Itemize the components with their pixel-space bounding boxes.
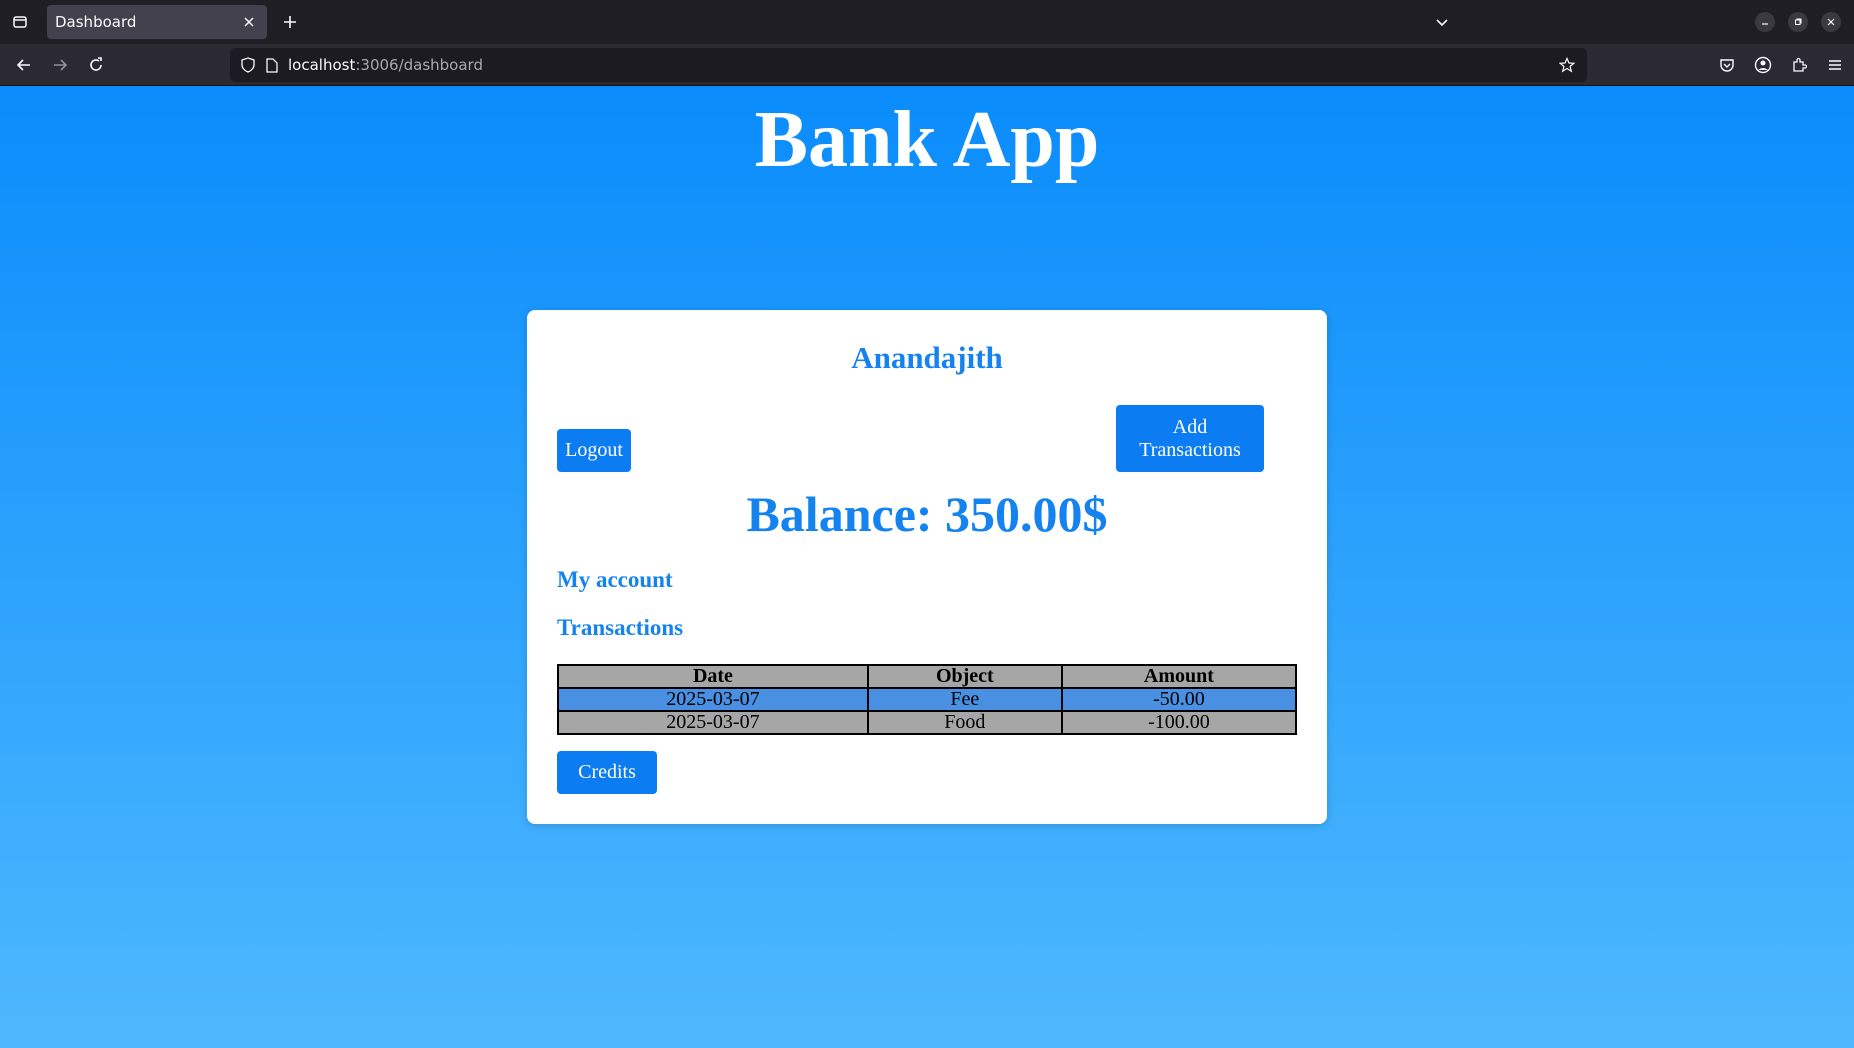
column-header-object: Object	[866, 664, 1063, 689]
chevron-down-icon[interactable]	[1430, 10, 1454, 34]
page-viewport: Bank App Anandajith Logout Add Transacti…	[0, 86, 1854, 1048]
cell-object: Food	[866, 710, 1063, 735]
add-transactions-button[interactable]: Add Transactions	[1116, 405, 1264, 472]
column-header-amount: Amount	[1060, 664, 1298, 689]
close-icon[interactable]	[237, 10, 261, 34]
close-icon[interactable]	[1821, 12, 1841, 32]
tab-list-icon[interactable]	[0, 0, 40, 44]
column-header-date: Date	[557, 664, 869, 689]
browser-navbar: localhost:3006/dashboard	[0, 44, 1854, 86]
my-account-heading: My account	[557, 567, 673, 592]
cell-amount: -50.00	[1060, 687, 1298, 712]
minimize-icon[interactable]	[1755, 12, 1775, 32]
credits-button[interactable]: Credits	[557, 751, 657, 794]
cell-object: Fee	[866, 687, 1063, 712]
plus-icon[interactable]	[278, 10, 302, 34]
cell-date: 2025-03-07	[557, 710, 869, 735]
table-header-row: Date Object Amount	[557, 664, 1298, 689]
browser-tabbar: Dashboard	[0, 0, 1854, 44]
forward-icon[interactable]	[47, 52, 73, 78]
shield-icon[interactable]	[238, 55, 258, 75]
transactions-heading: Transactions	[557, 615, 684, 640]
browser-tab[interactable]: Dashboard	[47, 5, 267, 39]
app-title: Bank App	[754, 96, 1100, 184]
restore-icon[interactable]	[1788, 12, 1808, 32]
logout-button[interactable]: Logout	[557, 429, 631, 472]
table-row[interactable]: 2025-03-07 Food -100.00	[557, 710, 1298, 735]
username-heading: Anandajith	[851, 340, 1003, 375]
cell-amount: -100.00	[1060, 710, 1298, 735]
account-icon[interactable]	[1750, 52, 1776, 78]
back-icon[interactable]	[11, 52, 37, 78]
reload-icon[interactable]	[83, 52, 109, 78]
url-path: :3006/dashboard	[355, 56, 483, 74]
star-icon[interactable]	[1557, 55, 1577, 75]
page-icon	[262, 55, 282, 75]
table-row[interactable]: 2025-03-07 Fee -50.00	[557, 687, 1298, 712]
menu-icon[interactable]	[1822, 52, 1848, 78]
pocket-icon[interactable]	[1714, 52, 1740, 78]
transactions-table: Date Object Amount 2025-03-07 Fee -50.00…	[557, 664, 1298, 735]
tab-title: Dashboard	[55, 13, 137, 31]
url-host: localhost	[288, 56, 356, 74]
url-text[interactable]: localhost:3006/dashboard	[288, 56, 483, 74]
balance-text: Balance: 350.00$	[746, 486, 1108, 542]
extensions-icon[interactable]	[1786, 52, 1812, 78]
url-bar[interactable]: localhost:3006/dashboard	[230, 48, 1587, 82]
dashboard-card: Anandajith Logout Add Transactions Balan…	[527, 310, 1327, 824]
cell-date: 2025-03-07	[557, 687, 869, 712]
